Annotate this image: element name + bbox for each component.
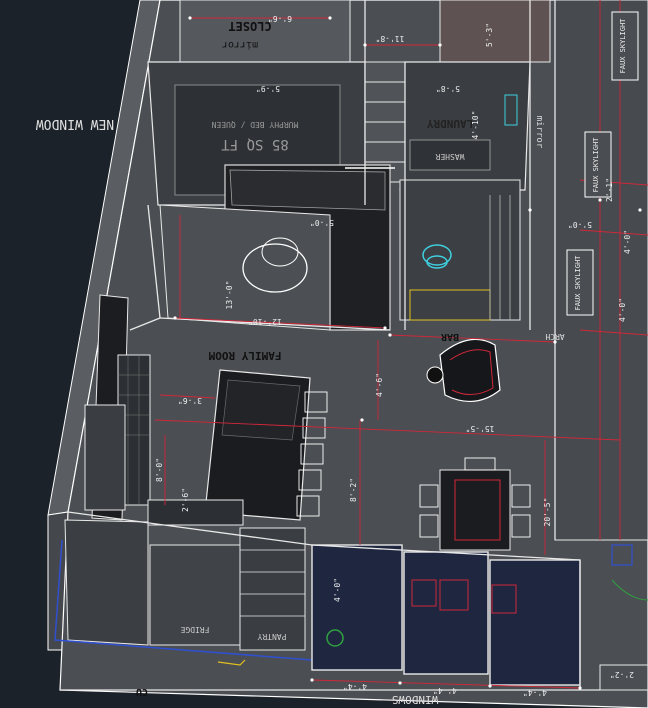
window-bays	[311, 544, 581, 686]
kitchen-lower-cabinets	[147, 499, 244, 526]
family-room-rug	[159, 204, 331, 331]
dim-text: 2'-1"	[605, 178, 614, 202]
dim-text: 8'-2"	[349, 478, 358, 502]
label-faux-skylight-3: FAUX SKYLIGHT	[574, 255, 582, 311]
dim-text: 2'-6"	[181, 488, 190, 512]
pantry	[239, 527, 306, 651]
bar-table	[426, 366, 444, 384]
dim-text: 20'-5"	[543, 498, 552, 527]
dim-text: 2'-2"	[610, 670, 634, 679]
floor-plan-drawing: NEW WINDOW CLOSET mirror MURPHY BED / QU…	[0, 0, 648, 708]
label-mirror: mirror	[222, 39, 258, 50]
label-family-room: FAMILY ROOM	[208, 349, 281, 362]
label-bar: BAR	[440, 331, 459, 342]
stairs	[364, 61, 406, 183]
left-lower-cabinet	[84, 404, 126, 511]
kitchen-island-top	[221, 379, 301, 441]
dim-text: 4'-4"	[433, 686, 457, 695]
dim-text: 6'-6"	[268, 14, 292, 23]
dim-text: 4'-4"	[523, 688, 547, 697]
label-washer: WASHER	[435, 152, 464, 161]
label-faux-skylight-1: FAUX SKYLIGHT	[619, 18, 627, 74]
label-new-window: NEW WINDOW	[36, 116, 114, 131]
dim-text: 4'-0"	[618, 298, 627, 322]
dim-text: 13'-0"	[225, 281, 234, 310]
dim-text: 15'-5"	[466, 424, 495, 433]
closet-upper-room	[439, 0, 551, 63]
dim-text: 8'-0"	[155, 458, 164, 482]
label-murphy-bed: MURPHY BED / QUEEN	[211, 120, 298, 129]
label-windows: WINDOWS	[392, 693, 438, 706]
dim-text: 12'-10"	[248, 317, 282, 326]
label-pantry: PANTRY	[257, 632, 286, 641]
kitchen-lower-left	[64, 519, 149, 646]
dim-text: 5'-9"	[256, 84, 280, 93]
floor-plan-viewport[interactable]: NEW WINDOW CLOSET mirror MURPHY BED / QU…	[0, 0, 648, 708]
label-area: 85 SQ FT	[221, 136, 289, 152]
bar-counter	[399, 179, 521, 321]
dim-text: 5'-8"	[436, 84, 460, 93]
dim-text: 4'-0"	[333, 578, 342, 602]
sectional-sofa-top	[229, 169, 386, 211]
dim-text: 5'-0"	[568, 220, 592, 229]
label-cu: CU	[136, 686, 148, 697]
label-arch: ARCH	[545, 332, 564, 341]
dim-text: 5'-0"	[310, 218, 334, 227]
dim-text: 4'-6"	[375, 373, 384, 397]
label-faux-skylight-2: FAUX SKYLIGHT	[592, 137, 600, 193]
bar-chair	[439, 338, 501, 402]
label-fridge: FRIDGE	[180, 625, 209, 634]
dim-text: 4'-0"	[623, 230, 632, 254]
dim-text: 11'-8"	[376, 34, 405, 43]
label-laundry: LAUNDRY	[426, 117, 473, 130]
dim-text: 4'-4"	[343, 682, 367, 691]
label-closet: CLOSET	[228, 19, 271, 33]
dim-text: 5'-3"	[485, 23, 494, 47]
dim-text: 4'-10"	[471, 111, 480, 140]
dim-text: 3'-6"	[178, 396, 202, 405]
label-mirror-right: mirror	[534, 116, 544, 149]
